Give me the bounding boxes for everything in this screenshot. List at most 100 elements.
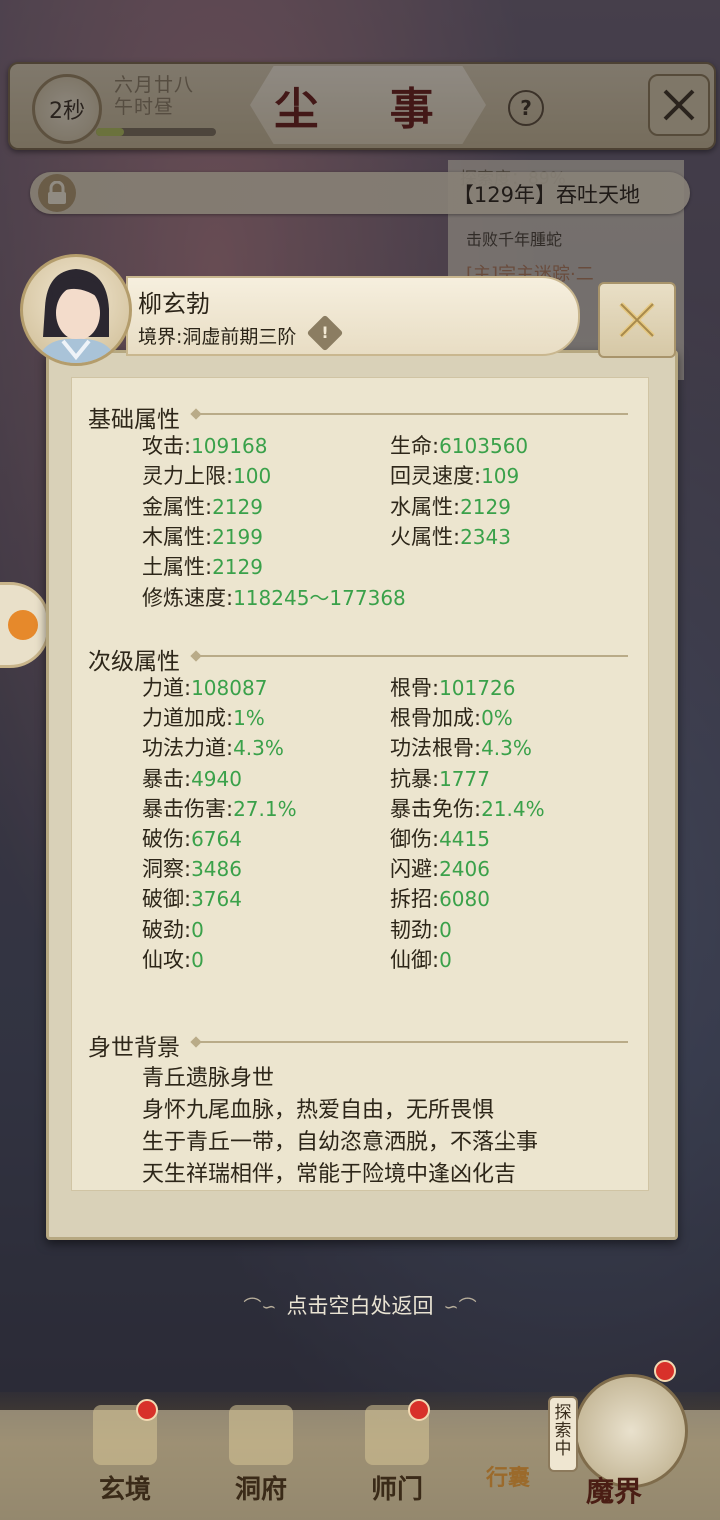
stat-label: 根骨: [390, 676, 440, 700]
stat-label: 功法力道: [142, 736, 234, 761]
stat-label: 韧劲: [390, 917, 440, 942]
nav-label: 玄境 [98, 1475, 151, 1505]
stat-value: 0 [439, 947, 452, 972]
stat-label: 功法根骨: [390, 736, 482, 761]
exploring-badge: 探索中 [548, 1396, 578, 1472]
stat-label: 木属性: [142, 524, 213, 549]
stat-label: 修炼速度: [142, 585, 234, 610]
stat-row: 生命:6103560 [390, 430, 528, 460]
nav-label: 洞府 [234, 1475, 287, 1505]
nav-label: 师门 [370, 1475, 423, 1505]
stat-value: 21.4% [481, 796, 545, 821]
stat-row: 闪避:2406 [390, 853, 490, 883]
stat-row: 木属性:2199 [142, 521, 263, 551]
section-divider [198, 413, 628, 415]
stat-row: 攻击:109168 [142, 430, 267, 460]
stat-value: 6080 [439, 887, 490, 912]
stat-row: 御伤:4415 [390, 823, 490, 853]
background-line: 生于青丘一带，自幼恣意洒脱，不落尘事 [142, 1130, 539, 1155]
stat-label: 回灵速度: [390, 464, 482, 489]
stat-row: 修炼速度:118245～177368 [142, 582, 406, 612]
stat-value: 0 [439, 917, 452, 942]
stat-value: 4.3% [233, 736, 284, 761]
stat-value: 0 [191, 917, 204, 942]
stat-label: 仙攻: [142, 947, 192, 972]
stat-value: 0 [191, 947, 204, 972]
stat-row: 韧劲:0 [390, 914, 452, 944]
stat-label: 力道: [142, 676, 192, 700]
stat-row: 功法根骨:4.3% [390, 732, 532, 762]
stat-label: 暴击免伤: [390, 796, 482, 821]
stat-label: 土属性: [142, 555, 213, 580]
stat-value: 2129 [212, 555, 263, 580]
stat-row: 拆招:6080 [390, 883, 490, 913]
nav-dongfu[interactable]: 洞府 [206, 1405, 316, 1506]
stat-label: 灵力上限: [142, 464, 234, 489]
stat-row: 力道加成:1% [142, 702, 265, 732]
character-name: 柳玄勃 [138, 290, 210, 318]
stat-label: 抗暴: [390, 766, 440, 791]
stat-label: 破御: [142, 887, 192, 912]
stat-value: 27.1% [233, 796, 297, 821]
background-line: 身怀九尾血脉，热爱自由，无所畏惧 [142, 1098, 495, 1123]
stat-label: 御伤: [390, 827, 440, 851]
stat-row: 金属性:2129 [142, 491, 263, 521]
stat-label: 金属性: [142, 494, 213, 519]
section-divider [198, 1041, 628, 1043]
stat-label: 根骨加成: [390, 706, 482, 731]
close-panel-button[interactable] [598, 282, 676, 358]
stat-value: 1777 [439, 766, 490, 791]
stat-label: 破劲: [142, 917, 192, 942]
stat-row: 抗暴:1777 [390, 763, 490, 793]
stat-label: 攻击: [142, 434, 192, 458]
stat-row: 回灵速度:109 [390, 460, 519, 490]
realm-info-icon[interactable]: ! [306, 314, 344, 352]
stat-row: 功法力道:4.3% [142, 732, 284, 762]
character-realm: 境界:洞虚前期三阶 [138, 326, 297, 348]
stat-row: 破御:3764 [142, 883, 242, 913]
stat-value: 109 [481, 464, 520, 489]
stat-value: 2343 [460, 524, 511, 549]
stat-value: 6764 [191, 827, 242, 851]
stat-row: 力道:108087 [142, 672, 267, 702]
stat-label: 生命: [390, 434, 440, 458]
stat-row: 洞察:3486 [142, 853, 242, 883]
stat-row: 破劲:0 [142, 914, 204, 944]
basic-attributes-title: 基础属性 [88, 407, 180, 433]
character-portrait-icon [37, 269, 117, 363]
background-title: 身世背景 [88, 1035, 180, 1061]
stat-value: 1% [233, 706, 265, 731]
mojie-label: 魔界 [586, 1475, 643, 1508]
character-stats-panel: 基础属性 攻击:109168 生命:6103560 灵力上限:100 回灵速度:109… [46, 350, 678, 1240]
stat-value: 109168 [191, 434, 268, 458]
stat-value: 2129 [460, 494, 511, 519]
notification-dot [654, 1360, 676, 1382]
stat-row: 暴击:4940 [142, 763, 242, 793]
stat-value: 2199 [212, 524, 263, 549]
stat-label: 火属性: [390, 524, 461, 549]
avatar[interactable] [20, 226, 136, 366]
pack-button[interactable]: 行囊 [486, 1460, 530, 1492]
stat-value: 3486 [191, 857, 242, 882]
stat-label: 洞察: [142, 857, 192, 882]
gamepad-icon [8, 610, 38, 640]
stat-label: 拆招: [390, 887, 440, 912]
stat-value: 118245～177368 [233, 585, 406, 610]
stat-row: 根骨:101726 [390, 672, 515, 702]
stat-value: 108087 [191, 676, 268, 700]
stat-label: 仙御: [390, 947, 440, 972]
stat-value: 100 [233, 464, 272, 489]
stat-value: 4940 [191, 766, 242, 791]
stat-row: 根骨加成:0% [390, 702, 513, 732]
section-divider [198, 655, 628, 657]
stat-value: 2406 [439, 857, 490, 882]
stat-row: 火属性:2343 [390, 521, 511, 551]
stat-value: 0% [481, 706, 513, 731]
background-line: 青丘遗脉身世 [142, 1066, 275, 1091]
return-hint[interactable]: ⌒∽ 点击空白处返回 ∽⌒ [0, 1290, 720, 1320]
stat-value: 2129 [212, 494, 263, 519]
nav-shimen[interactable]: 师门 [342, 1399, 452, 1506]
stat-label: 力道加成: [142, 706, 234, 731]
character-header: 柳玄勃 境界:洞虚前期三阶 ! [126, 276, 580, 356]
nav-xuanjing[interactable]: 玄境 [70, 1399, 180, 1506]
